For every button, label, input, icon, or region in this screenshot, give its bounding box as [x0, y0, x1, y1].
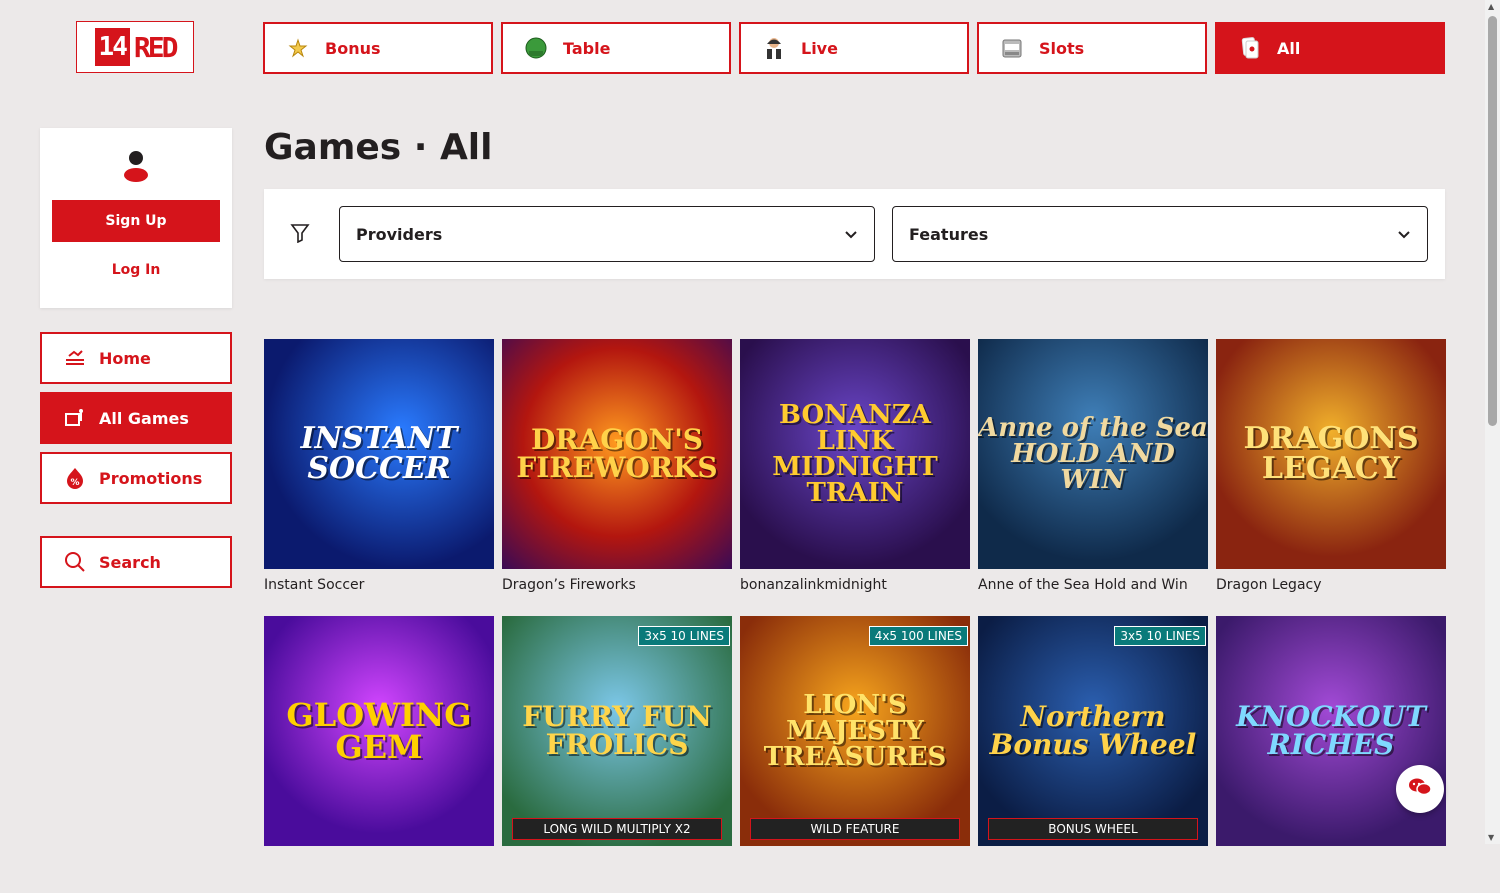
sidebar-item-promotions[interactable]: % Promotions — [40, 452, 232, 504]
sidebar-item-all-games-label: All Games — [99, 408, 189, 428]
game-name: Anne of the Sea Hold and Win — [978, 577, 1188, 593]
category-all-label: All — [1277, 38, 1301, 58]
user-icon — [124, 150, 148, 186]
game-name: Dragon’s Fireworks — [502, 577, 636, 593]
game-art-title: INSTANT SOCCER — [300, 421, 458, 486]
game-art-title: DRAGON'S FIREWORKS — [516, 423, 718, 484]
filter-bar: Providers Features — [264, 189, 1445, 279]
game-thumbnail[interactable]: 4x5 100 LINES LION'S MAJESTY TREASURES W… — [740, 616, 970, 846]
game-lines-badge: 3x5 10 LINES — [638, 626, 730, 646]
game-tile[interactable]: DRAGONS LEGACY Dragon Legacy — [1216, 339, 1446, 616]
page-scrollbar[interactable]: ▲ ▼ — [1485, 0, 1500, 844]
category-slots-button[interactable]: Slots — [977, 22, 1207, 74]
providers-select-label: Providers — [356, 224, 443, 244]
category-live-label: Live — [801, 38, 838, 58]
game-thumbnail[interactable]: Anne of the Sea HOLD AND WIN — [978, 339, 1208, 569]
games-grid: INSTANT SOCCER Instant Soccer DRAGON'S F… — [264, 339, 1446, 893]
game-feature-label: LONG WILD MULTIPLY X2 — [512, 818, 722, 840]
game-tile[interactable]: KNOCKOUT RICHES — [1216, 616, 1446, 893]
game-tile[interactable]: 3x5 10 LINES Northern Bonus Wheel BONUS … — [978, 616, 1208, 893]
page-title: Games · All — [264, 127, 493, 168]
cards-icon — [1239, 37, 1261, 59]
scrollbar-thumb[interactable] — [1488, 16, 1497, 426]
svg-text:%: % — [70, 478, 79, 488]
game-tile[interactable]: BONANZA LINK MIDNIGHT TRAIN bonanzalinkm… — [740, 339, 970, 616]
game-thumbnail[interactable]: BONANZA LINK MIDNIGHT TRAIN — [740, 339, 970, 569]
game-thumbnail[interactable]: 3x5 10 LINES Northern Bonus Wheel BONUS … — [978, 616, 1208, 846]
game-feature-label: WILD FEATURE — [750, 818, 960, 840]
game-art-title: LION'S MAJESTY TREASURES — [763, 690, 947, 772]
logo-number: 14 — [94, 28, 130, 66]
game-tile[interactable]: 4x5 100 LINES LION'S MAJESTY TREASURES W… — [740, 616, 970, 893]
category-table-label: Table — [563, 38, 611, 58]
category-table-button[interactable]: Table — [501, 22, 731, 74]
logo-text: RED — [133, 30, 179, 64]
game-lines-badge: 4x5 100 LINES — [868, 626, 968, 646]
game-tile[interactable]: Anne of the Sea HOLD AND WIN Anne of the… — [978, 339, 1208, 616]
game-lines-badge: 3x5 10 LINES — [1114, 626, 1206, 646]
category-all-button[interactable]: All — [1215, 22, 1445, 74]
sidebar-item-promotions-label: Promotions — [99, 468, 203, 488]
game-art-title: DRAGONS LEGACY — [1243, 421, 1419, 486]
game-art-title: FURRY FUN FROLICS — [522, 700, 712, 761]
sidebar-item-home-label: Home — [99, 348, 151, 368]
user-card: Sign Up Log In — [40, 128, 232, 308]
features-select[interactable]: Features — [892, 206, 1428, 262]
game-tile[interactable]: INSTANT SOCCER Instant Soccer — [264, 339, 494, 616]
game-art-title: GLOWING GEM — [286, 696, 472, 766]
sidebar-item-search-label: Search — [99, 552, 161, 572]
game-tile[interactable]: 3x5 10 LINES FURRY FUN FROLICS LONG WILD… — [502, 616, 732, 893]
bonus-icon — [287, 37, 309, 59]
chat-icon — [1408, 777, 1432, 801]
home-icon — [64, 347, 86, 369]
site-logo[interactable]: 14 RED — [76, 21, 194, 73]
live-dealer-icon — [763, 37, 785, 59]
game-art-title: Northern Bonus Wheel — [989, 700, 1197, 761]
category-nav: Bonus Table Live Slots All — [263, 22, 1445, 74]
game-feature-label: BONUS WHEEL — [988, 818, 1198, 840]
slots-icon — [1001, 37, 1023, 59]
game-name: bonanzalinkmidnight — [740, 577, 887, 593]
sign-up-button[interactable]: Sign Up — [52, 200, 220, 242]
category-slots-label: Slots — [1039, 38, 1085, 58]
chat-button[interactable] — [1396, 765, 1444, 813]
filter-icon[interactable] — [290, 223, 310, 247]
game-tile[interactable]: GLOWING GEM — [264, 616, 494, 893]
game-tile[interactable]: DRAGON'S FIREWORKS Dragon’s Fireworks — [502, 339, 732, 616]
game-art-title: Anne of the Sea HOLD AND WIN — [978, 413, 1208, 495]
table-icon — [525, 37, 547, 59]
game-thumbnail[interactable]: INSTANT SOCCER — [264, 339, 494, 569]
sidebar-item-search[interactable]: Search — [40, 536, 232, 588]
providers-select[interactable]: Providers — [339, 206, 875, 262]
search-icon — [64, 551, 86, 573]
game-name: Dragon Legacy — [1216, 577, 1322, 593]
game-thumbnail[interactable]: DRAGONS LEGACY — [1216, 339, 1446, 569]
category-live-button[interactable]: Live — [739, 22, 969, 74]
game-thumbnail[interactable]: GLOWING GEM — [264, 616, 494, 846]
game-thumbnail[interactable]: 3x5 10 LINES FURRY FUN FROLICS LONG WILD… — [502, 616, 732, 846]
game-thumbnail[interactable]: DRAGON'S FIREWORKS — [502, 339, 732, 569]
promotions-icon: % — [64, 467, 86, 489]
game-art-title: KNOCKOUT RICHES — [1236, 700, 1426, 761]
features-select-label: Features — [909, 224, 989, 244]
sidebar-item-home[interactable]: Home — [40, 332, 232, 384]
chevron-down-icon — [1397, 225, 1411, 244]
category-bonus-label: Bonus — [325, 38, 381, 58]
category-bonus-button[interactable]: Bonus — [263, 22, 493, 74]
scroll-down-icon[interactable]: ▼ — [1488, 833, 1494, 842]
scroll-up-icon[interactable]: ▲ — [1488, 2, 1494, 11]
all-games-icon — [64, 407, 86, 429]
game-name: Instant Soccer — [264, 577, 365, 593]
sidebar-item-all-games[interactable]: All Games — [40, 392, 232, 444]
game-art-title: BONANZA LINK MIDNIGHT TRAIN — [772, 400, 938, 508]
log-in-link[interactable]: Log In — [40, 262, 232, 278]
chevron-down-icon — [844, 225, 858, 244]
